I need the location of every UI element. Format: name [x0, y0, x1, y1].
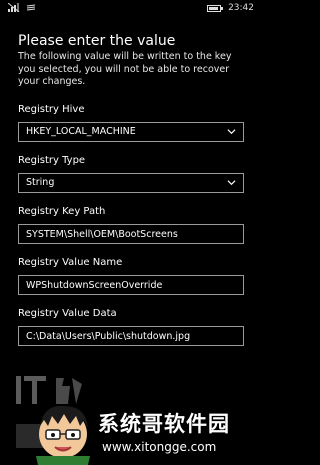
page-title: Please enter the value: [18, 33, 176, 49]
status-bar: 23:42: [0, 0, 262, 18]
chevron-down-icon: [227, 180, 236, 186]
site-url: www.xitongge.com: [102, 440, 217, 454]
registry-hive-label: Registry Hive: [18, 104, 85, 115]
registry-value-name-label: Registry Value Name: [18, 257, 123, 268]
battery-fill: [209, 6, 219, 10]
chevron-down-icon: [227, 129, 236, 135]
registry-value-name-input[interactable]: [18, 275, 244, 295]
registry-hive-select[interactable]: HKEY_LOCAL_MACHINE: [18, 122, 244, 142]
dialog-description: The following value will be written to t…: [18, 51, 232, 87]
screen: 23:42 Please enter the value The followi…: [0, 0, 262, 465]
dialog-header: Please enter the value The following val…: [18, 32, 244, 89]
registry-type-value: String: [26, 177, 55, 188]
signal-icon: [8, 3, 20, 12]
registry-value-data-input[interactable]: [18, 326, 244, 346]
status-right: 23:42: [207, 3, 254, 13]
registry-hive-value: HKEY_LOCAL_MACHINE: [26, 126, 136, 137]
status-left: [8, 3, 36, 12]
site-banner: 系统哥软件园 www.xitongge.com: [30, 400, 262, 465]
registry-type-label: Registry Type: [18, 155, 86, 166]
notification-icon: [26, 4, 36, 10]
registry-key-path-input[interactable]: [18, 224, 244, 244]
battery-icon: [207, 4, 224, 12]
mascot-icon: [36, 405, 90, 465]
status-time: 23:42: [228, 3, 254, 13]
registry-type-select[interactable]: String: [18, 173, 244, 193]
registry-key-path-label: Registry Key Path: [18, 206, 106, 217]
registry-value-data-label: Registry Value Data: [18, 308, 117, 319]
site-name: 系统哥软件园: [98, 412, 230, 436]
